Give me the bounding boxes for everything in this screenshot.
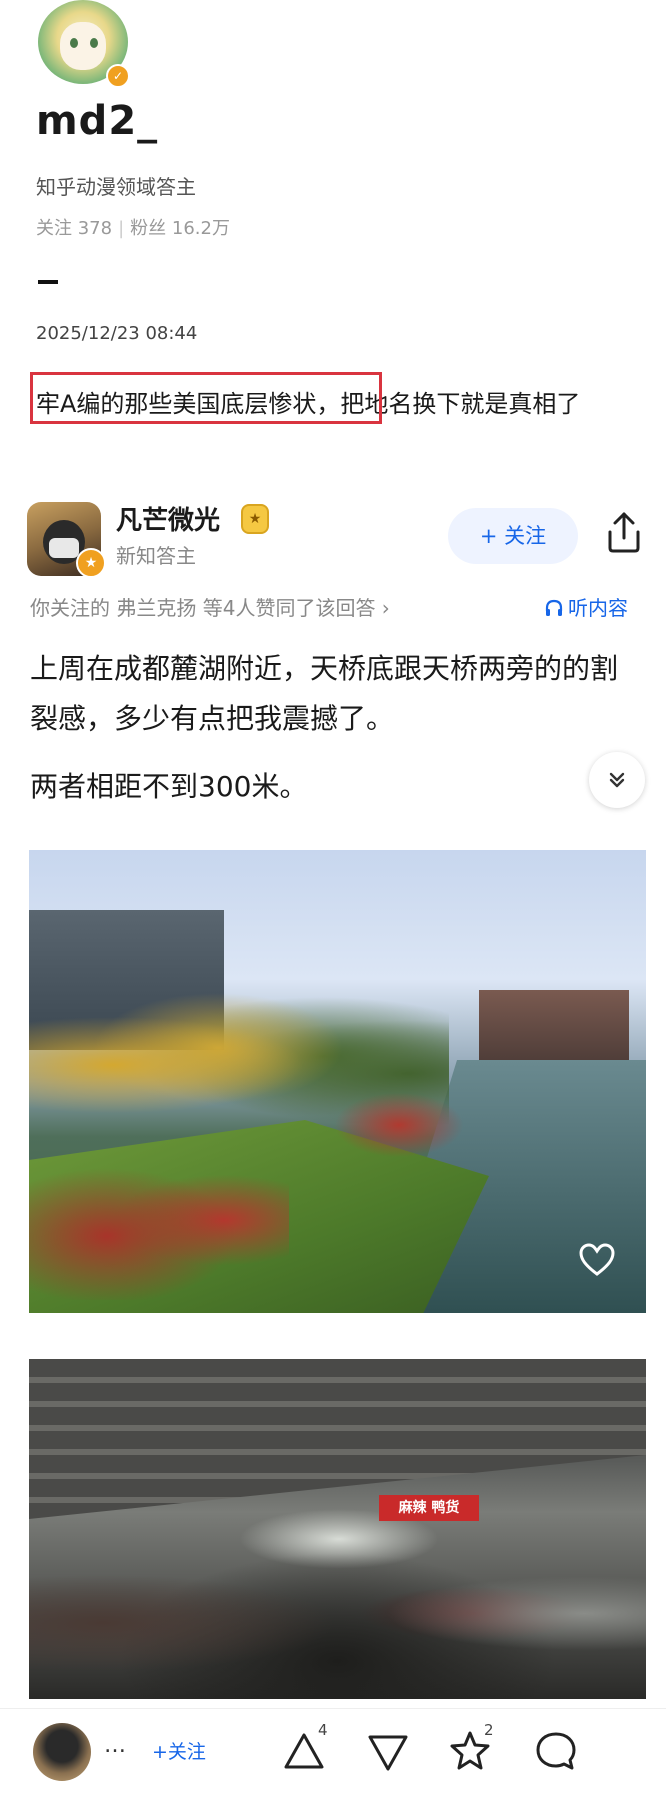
upvote-count: 4	[318, 1721, 328, 1739]
answer-author-subtitle: 新知答主	[116, 544, 196, 568]
comment-icon[interactable]	[534, 1729, 578, 1773]
highlight-box	[30, 372, 382, 424]
downvote-icon[interactable]	[366, 1729, 410, 1773]
chevron-down-icon[interactable]	[589, 752, 645, 808]
followers-count[interactable]: 粉丝 16.2万	[130, 218, 230, 239]
answer-photo-lake[interactable]	[29, 850, 646, 1313]
listen-label: 听内容	[568, 596, 628, 620]
share-icon[interactable]	[604, 510, 644, 554]
follow-button[interactable]: + 关注	[448, 508, 578, 564]
headphones-icon	[545, 599, 563, 616]
answer-paragraph-2: 两者相距不到300米。	[30, 770, 308, 803]
verified-badge-icon: ✓	[106, 64, 130, 88]
listen-button[interactable]: 听内容	[544, 592, 628, 621]
divider	[38, 280, 58, 284]
likes-line[interactable]: 你关注的 弗兰克扬 等4人赞同了该回答 ›	[30, 592, 390, 621]
profile-bio: 知乎动漫领域答主	[36, 175, 196, 199]
profile-stats: 关注 378 | 粉丝 16.2万	[36, 218, 230, 239]
answer-paragraph-1: 上周在成都麓湖附近，天桥底跟天桥两旁的的割裂感，多少有点把我震撼了。	[30, 652, 619, 735]
username[interactable]: md2_	[36, 98, 158, 144]
bottom-action-bar: … +关注 4 2	[0, 1708, 666, 1800]
post-date: 2025/12/23 08:44	[36, 323, 198, 344]
bottom-author-avatar[interactable]	[33, 1723, 91, 1781]
bottom-follow-button[interactable]: +关注	[152, 1737, 206, 1764]
photo-sign: 麻辣 鸭货	[379, 1495, 479, 1521]
more-icon[interactable]: …	[104, 1733, 126, 1758]
answer-author-name[interactable]: 凡芒微光	[116, 500, 220, 537]
author-badge-icon: ★	[76, 548, 106, 578]
star-count: 2	[484, 1721, 494, 1739]
heart-icon[interactable]	[579, 1243, 615, 1277]
author-level-icon: ★	[241, 504, 269, 534]
following-count[interactable]: 关注 378	[36, 218, 112, 239]
answer-photo-underpass[interactable]: 麻辣 鸭货	[29, 1359, 646, 1699]
